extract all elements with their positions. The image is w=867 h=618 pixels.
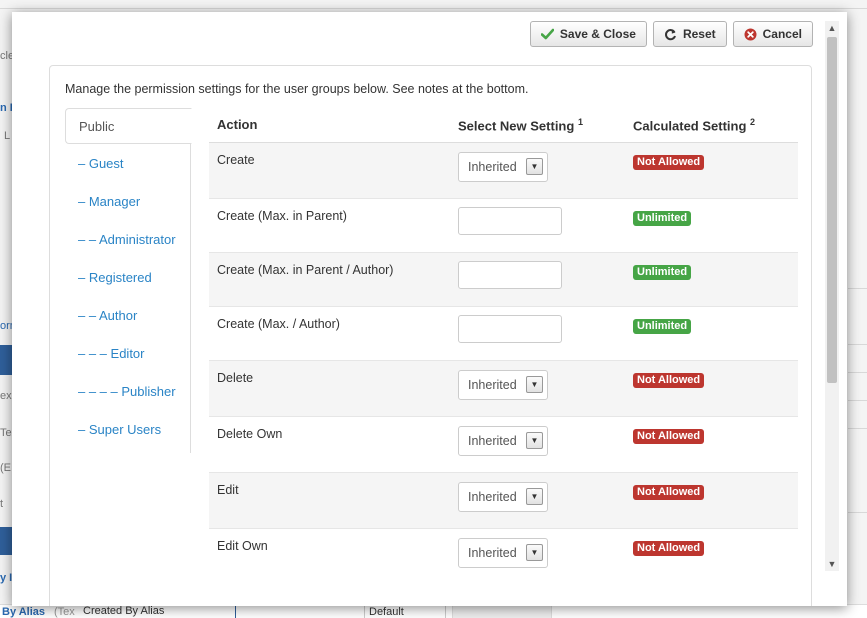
modal-toolbar: Save & Close Reset Cancel <box>529 21 813 47</box>
table-header-row: Action Select New Setting 1 Calculated S… <box>209 108 798 143</box>
chevron-down-icon: ▼ <box>526 544 543 561</box>
note-marker: 1 <box>577 116 583 127</box>
permissions-table: Action Select New Setting 1 Calculated S… <box>209 108 798 584</box>
status-badge: Unlimited <box>633 318 692 334</box>
action-label: Edit <box>209 471 450 528</box>
save-close-label: Save & Close <box>559 27 636 41</box>
bg-divider <box>0 8 867 9</box>
tab-manager[interactable]: – Manager <box>65 184 191 220</box>
scroll-thumb[interactable] <box>827 37 837 383</box>
check-icon <box>541 27 555 41</box>
tab-super-users[interactable]: – Super Users <box>65 412 191 448</box>
tab-author[interactable]: – – Author <box>65 298 191 334</box>
bg-fragment: L <box>4 130 11 142</box>
tab-public[interactable]: Public <box>65 108 192 144</box>
chevron-down-icon: ▼ <box>526 158 543 175</box>
column-header-action: Action <box>209 108 450 143</box>
table-row: Edit Inherited ▼ Not Allowed <box>209 471 798 528</box>
bg-block <box>0 527 12 555</box>
table-row: Create Inherited ▼ Not Allowed <box>209 141 798 198</box>
scroll-down-icon[interactable]: ▼ <box>825 557 839 571</box>
setting-select[interactable]: Inherited ▼ <box>458 425 548 456</box>
bg-cell-type: (Tex <box>54 606 75 618</box>
setting-select[interactable]: Inherited ▼ <box>458 537 548 568</box>
permissions-panel: Manage the permission settings for the u… <box>49 65 812 606</box>
setting-select[interactable]: Inherited ▼ <box>458 151 548 182</box>
bg-cell-select: Default <box>364 605 446 618</box>
refresh-icon <box>664 27 678 41</box>
tab-guest[interactable]: – Guest <box>65 146 191 182</box>
action-label: Delete <box>209 359 450 416</box>
limit-input[interactable] <box>458 260 562 289</box>
table-row: Delete Own Inherited ▼ Not Allowed <box>209 415 798 472</box>
bg-fragment: y I <box>0 572 13 584</box>
chevron-down-icon: ▼ <box>526 376 543 393</box>
bg-divider <box>848 400 867 401</box>
status-badge: Unlimited <box>633 264 692 280</box>
column-header-calculated: Calculated Setting 2 <box>625 108 798 143</box>
table-row: Delete Inherited ▼ Not Allowed <box>209 359 798 416</box>
action-label: Create (Max. / Author) <box>209 305 450 360</box>
table-row: Create (Max. in Parent) Unlimited <box>209 197 798 252</box>
chevron-down-icon: ▼ <box>526 432 543 449</box>
limit-input[interactable] <box>458 206 562 235</box>
bg-divider <box>848 428 867 429</box>
permissions-intro: Manage the permission settings for the u… <box>65 82 529 96</box>
action-label: Create (Max. in Parent) <box>209 197 450 252</box>
column-header-select: Select New Setting 1 <box>450 108 625 143</box>
cancel-icon <box>744 27 758 41</box>
bg-fragment: (E <box>0 462 11 474</box>
bg-block <box>0 345 12 375</box>
tab-publisher[interactable]: – – – – Publisher <box>65 374 191 410</box>
action-label: Create <box>209 141 450 198</box>
action-label: Delete Own <box>209 415 450 472</box>
bg-fragment: t <box>0 498 4 510</box>
bg-fragment: ex <box>0 390 12 402</box>
tab-editor[interactable]: – – – Editor <box>65 336 191 372</box>
tab-registered[interactable]: – Registered <box>65 260 191 296</box>
tab-administrator[interactable]: – – Administrator <box>65 222 191 258</box>
bg-cell-handle <box>452 605 552 618</box>
reset-button[interactable]: Reset <box>652 21 727 47</box>
bg-divider <box>848 512 867 513</box>
status-badge: Not Allowed <box>633 154 705 170</box>
bg-divider <box>848 288 867 289</box>
status-badge: Not Allowed <box>633 484 705 500</box>
action-label: Edit Own <box>209 527 450 584</box>
save-close-button[interactable]: Save & Close <box>529 21 647 47</box>
setting-select[interactable]: Inherited ▼ <box>458 481 548 512</box>
bg-divider <box>848 372 867 373</box>
status-badge: Not Allowed <box>633 372 705 388</box>
table-row: Create (Max. / Author) Unlimited <box>209 305 798 360</box>
chevron-down-icon: ▼ <box>526 488 543 505</box>
bg-table-row: By Alias (Tex Created By Alias Default <box>0 604 867 618</box>
vertical-scrollbar[interactable]: ▲ ▼ <box>825 21 839 571</box>
cancel-button[interactable]: Cancel <box>732 21 813 47</box>
bg-cell-field: Created By Alias <box>80 605 236 618</box>
table-row: Edit Own Inherited ▼ Not Allowed <box>209 527 798 584</box>
scroll-up-icon[interactable]: ▲ <box>825 21 839 35</box>
cancel-label: Cancel <box>762 27 802 41</box>
note-marker: 2 <box>750 116 756 127</box>
reset-label: Reset <box>682 27 716 41</box>
bg-divider <box>848 344 867 345</box>
setting-select[interactable]: Inherited ▼ <box>458 369 548 400</box>
user-group-tabs: Public – Guest – Manager – – Administrat… <box>65 108 192 453</box>
action-label: Create (Max. in Parent / Author) <box>209 251 450 306</box>
limit-input[interactable] <box>458 314 562 343</box>
status-badge: Not Allowed <box>633 428 705 444</box>
bg-cell-label: By Alias <box>2 606 46 618</box>
status-badge: Unlimited <box>633 210 692 226</box>
permissions-modal: Save & Close Reset Cancel ▲ ▼ Manage the… <box>12 12 847 606</box>
table-row: Create (Max. in Parent / Author) Unlimit… <box>209 251 798 306</box>
status-badge: Not Allowed <box>633 540 705 556</box>
